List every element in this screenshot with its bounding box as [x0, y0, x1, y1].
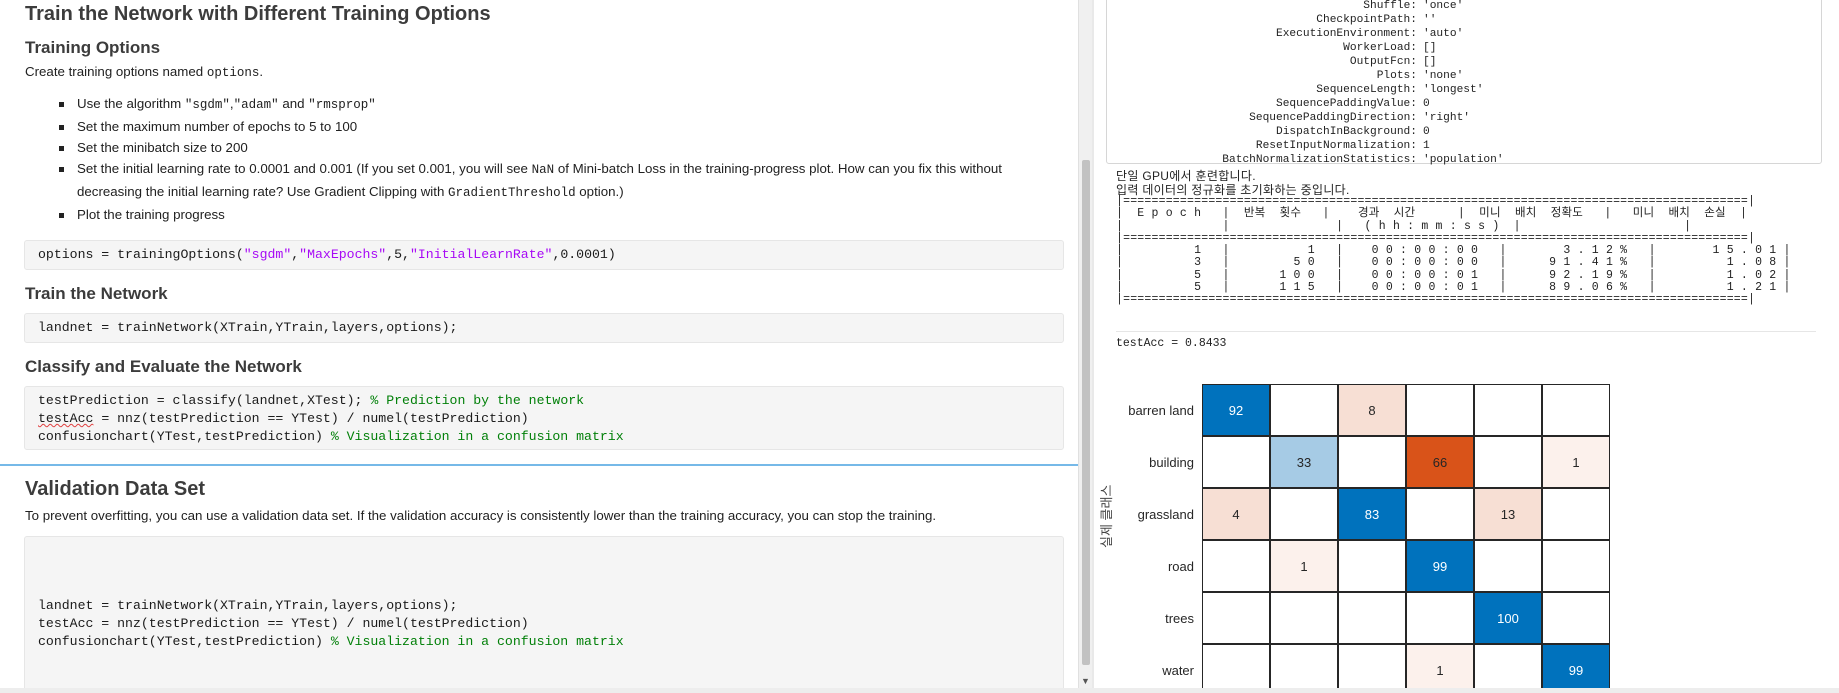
list-item: Plot the training progress	[55, 204, 1065, 225]
option-value: 'population'	[1423, 154, 1504, 166]
option-value: 'longest'	[1423, 84, 1484, 96]
matrix-cell: 33	[1270, 436, 1338, 488]
matrix-cell	[1270, 488, 1338, 540]
option-value: 0	[1423, 98, 1430, 110]
row-label: water	[1162, 663, 1194, 678]
matrix-cell: 1	[1406, 644, 1474, 693]
list-item: Set the initial learning rate to 0.0001 …	[55, 158, 1065, 204]
matrix-cell: 99	[1406, 540, 1474, 592]
option-value: []	[1423, 42, 1437, 54]
option-value: 'none'	[1423, 70, 1464, 82]
matrix-cell	[1338, 592, 1406, 644]
matrix-cell: 92	[1202, 384, 1270, 436]
row-label: road	[1167, 559, 1194, 574]
matrix-cell: 4	[1202, 488, 1270, 540]
option-value: 'once'	[1423, 0, 1464, 12]
code-cell-validation[interactable]: landnet = trainNetwork(XTrain,YTrain,lay…	[24, 536, 1064, 691]
matrix-cell	[1202, 644, 1270, 693]
editor-scrollbar[interactable]: ▼	[1078, 0, 1092, 693]
row-label: barren land	[1128, 403, 1194, 418]
scroll-down-arrow-icon[interactable]: ▼	[1081, 676, 1090, 686]
training-options-heading: Training Options	[25, 38, 161, 57]
training-options-intro: Create training options named options.	[25, 64, 264, 80]
option-value: 1	[1423, 140, 1430, 152]
option-name: ExecutionEnvironment:	[1276, 28, 1417, 40]
list-item: Use the algorithm "sgdm","adam" and "rms…	[55, 93, 1065, 116]
matrix-cell	[1406, 592, 1474, 644]
matrix-cell	[1474, 644, 1542, 693]
row-label: trees	[1165, 611, 1194, 626]
option-name: BatchNormalizationStatistics:	[1222, 154, 1417, 166]
row-label: grassland	[1137, 507, 1194, 522]
option-value: 'right'	[1423, 112, 1470, 124]
matrix-cell	[1542, 488, 1610, 540]
matrix-cell	[1474, 384, 1542, 436]
row-label: building	[1149, 455, 1194, 470]
matrix-cell	[1270, 592, 1338, 644]
classify-heading: Classify and Evaluate the Network	[25, 357, 302, 376]
option-name: WorkerLoad:	[1343, 42, 1417, 54]
code-cell-train-network[interactable]: landnet = trainNetwork(XTrain,YTrain,lay…	[24, 313, 1064, 343]
matrix-cell	[1406, 488, 1474, 540]
section-break	[0, 464, 1078, 466]
matrix-cell	[1270, 644, 1338, 693]
matrix-cell	[1270, 384, 1338, 436]
option-name: Shuffle:	[1363, 0, 1417, 12]
option-name: SequencePaddingDirection:	[1249, 112, 1417, 124]
list-item: Set the maximum number of epochs to 5 to…	[55, 116, 1065, 137]
matrix-cell: 100	[1474, 592, 1542, 644]
option-name: DispatchInBackground:	[1276, 126, 1417, 138]
matrix-cell: 8	[1338, 384, 1406, 436]
option-value: ''	[1423, 14, 1437, 26]
training-options-list: Use the algorithm "sgdm","adam" and "rms…	[55, 93, 1065, 225]
matrix-cell	[1338, 540, 1406, 592]
option-name: ResetInputNormalization:	[1255, 140, 1417, 152]
matrix-cell: 1	[1542, 436, 1610, 488]
matrix-cell	[1542, 540, 1610, 592]
code-cell-classify[interactable]: testPrediction = classify(landnet,XTest)…	[24, 386, 1064, 450]
matrix-cell: 13	[1474, 488, 1542, 540]
matrix-cell: 1	[1270, 540, 1338, 592]
matrix-cell	[1474, 540, 1542, 592]
section-title: Train the Network with Different Trainin…	[25, 3, 491, 25]
option-value: 0	[1423, 126, 1430, 138]
live-editor-window: Train the Network with Different Trainin…	[0, 0, 1839, 693]
validation-heading: Validation Data Set	[25, 478, 206, 500]
list-item: Set the minibatch size to 200	[55, 137, 1065, 158]
option-name: OutputFcn:	[1349, 56, 1417, 68]
validation-text: To prevent overfitting, you can use a va…	[25, 508, 937, 523]
scrollbar-thumb[interactable]	[1082, 160, 1090, 665]
matrix-cell	[1338, 436, 1406, 488]
matrix-cell	[1406, 384, 1474, 436]
matrix-cell	[1202, 540, 1270, 592]
output-pane[interactable]: Shuffle: 'once' CheckpointPath: '' Execution…	[1094, 0, 1839, 693]
option-value: 'auto'	[1423, 28, 1464, 40]
option-name: Plots:	[1376, 70, 1417, 82]
option-value: []	[1423, 56, 1437, 68]
script-editor[interactable]: Train the Network with Different Trainin…	[0, 0, 1078, 693]
matrix-cell	[1338, 644, 1406, 693]
matrix-cell: 99	[1542, 644, 1610, 693]
train-network-heading: Train the Network	[25, 284, 168, 303]
matrix-cell	[1542, 592, 1610, 644]
option-name: CheckpointPath:	[1316, 14, 1417, 26]
test-accuracy-output: testAcc = 0.8433	[1116, 337, 1227, 350]
matrix-cell	[1202, 436, 1270, 488]
training-options-output: Shuffle: 'once' CheckpointPath: '' Execution…	[1106, 0, 1822, 166]
matrix-cell	[1542, 384, 1610, 436]
code-cell-training-options[interactable]: options = trainingOptions("sgdm","MaxEpo…	[24, 240, 1064, 270]
matrix-cell: 66	[1406, 436, 1474, 488]
matrix-cell	[1474, 436, 1542, 488]
matrix-cell	[1202, 592, 1270, 644]
matrix-cell: 83	[1338, 488, 1406, 540]
output-divider	[1116, 331, 1816, 332]
horizontal-scrollbar[interactable]	[0, 688, 1839, 693]
training-progress-table: |=======================================…	[1116, 195, 1791, 307]
option-name: SequencePaddingValue:	[1276, 98, 1417, 110]
option-name: SequenceLength:	[1316, 84, 1417, 96]
